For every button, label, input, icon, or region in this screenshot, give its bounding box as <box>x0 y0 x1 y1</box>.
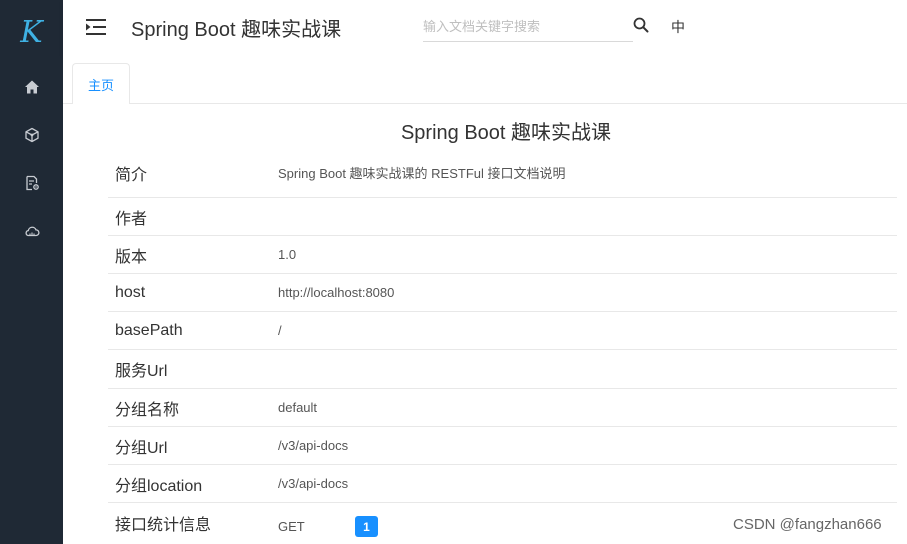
row-value: http://localhost:8080 <box>278 285 395 300</box>
tab-bar: 主页 <box>63 56 907 105</box>
table-row: 作者 <box>108 198 897 236</box>
row-label: host <box>115 283 146 301</box>
info-table: 简介 Spring Boot 趣味实战课的 RESTFul 接口文档说明 作者 … <box>108 148 897 543</box>
row-label: 接口统计信息 <box>115 517 212 534</box>
table-row: host http://localhost:8080 <box>108 274 897 312</box>
row-value: 1.0 <box>278 247 297 262</box>
header-title: Spring Boot 趣味实战课 <box>131 19 342 41</box>
language-switch-button[interactable]: 中 <box>671 17 685 37</box>
row-value: default <box>278 400 318 415</box>
table-row: basePath / <box>108 312 897 350</box>
row-value: Spring Boot 趣味实战课的 RESTFul 接口文档说明 <box>278 166 566 181</box>
document-settings-icon <box>25 175 39 191</box>
app-logo[interactable]: K <box>0 10 63 54</box>
row-value: / <box>278 323 282 338</box>
sidebar-item-document-settings[interactable] <box>0 168 63 198</box>
table-row: 分组名称 default <box>108 389 897 427</box>
cloud-icon <box>24 226 40 237</box>
table-row: 分组location /v3/api-docs <box>108 465 897 503</box>
table-row: 简介 Spring Boot 趣味实战课的 RESTFul 接口文档说明 <box>108 148 897 198</box>
table-row: 服务Url <box>108 350 897 389</box>
row-label: basePath <box>115 321 183 339</box>
sidebar-item-cloud[interactable] <box>0 216 63 246</box>
row-value: /v3/api-docs <box>278 476 349 491</box>
menu-fold-icon[interactable] <box>85 17 107 37</box>
header-right-area <box>711 0 907 56</box>
row-label: 服务Url <box>115 363 168 380</box>
header: Spring Boot 趣味实战课 中 <box>63 0 711 56</box>
watermark: CSDN @fangzhan666 <box>733 516 882 533</box>
cube-icon <box>24 127 39 143</box>
sidebar-item-cube[interactable] <box>0 120 63 150</box>
table-row: 分组Url /v3/api-docs <box>108 427 897 465</box>
row-value: /v3/api-docs <box>278 438 349 453</box>
tab-home[interactable]: 主页 <box>72 63 130 105</box>
sidebar: K <box>0 0 63 544</box>
row-label: 分组location <box>115 477 203 495</box>
sidebar-item-home[interactable] <box>0 72 63 102</box>
home-icon <box>24 80 39 94</box>
row-label: 分组名称 <box>115 401 180 419</box>
row-label: 作者 <box>115 210 148 228</box>
main-content: Spring Boot 趣味实战课 简介 Spring Boot 趣味实战课的 … <box>63 104 907 544</box>
count-badge: 1 <box>355 516 378 537</box>
search-icon[interactable] <box>632 16 650 34</box>
row-label: 分组Url <box>115 439 168 457</box>
table-row: 版本 1.0 <box>108 236 897 274</box>
row-label: 版本 <box>115 248 148 266</box>
stat-method: GET <box>278 519 305 534</box>
page-title: Spring Boot 趣味实战课 <box>400 122 612 144</box>
search-input[interactable] <box>423 11 633 42</box>
row-label: 简介 <box>115 166 148 184</box>
